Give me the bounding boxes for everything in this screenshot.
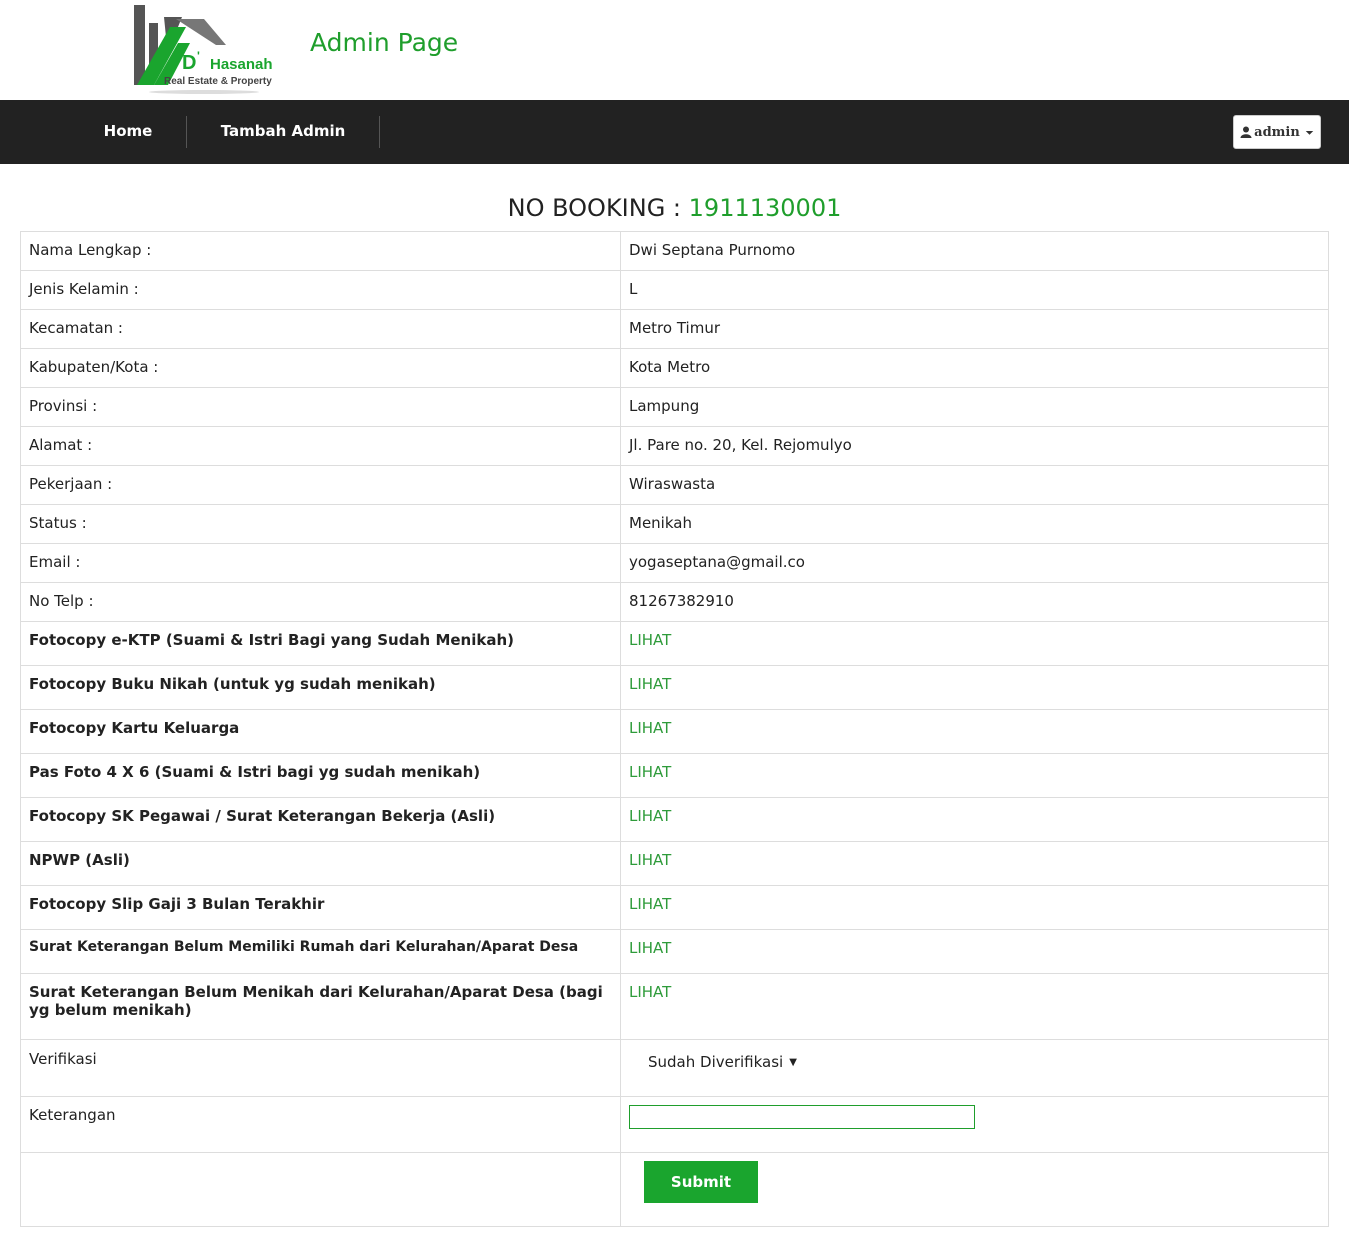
- field-label: Nama Lengkap :: [20, 231, 621, 271]
- verifikasi-select[interactable]: Sudah Diverifikasi ▼: [648, 1053, 797, 1071]
- lihat-link[interactable]: LIHAT: [629, 939, 671, 957]
- table-row: Kecamatan : Metro Timur: [20, 309, 1329, 349]
- lihat-link[interactable]: LIHAT: [629, 895, 671, 913]
- field-value: Wiraswasta: [620, 465, 1329, 505]
- header: D ' Hasanah Real Estate & Property Admin…: [0, 0, 1349, 100]
- lihat-link[interactable]: LIHAT: [629, 763, 671, 781]
- field-label: Pekerjaan :: [20, 465, 621, 505]
- table-row: Alamat : Jl. Pare no. 20, Kel. Rejomulyo: [20, 426, 1329, 466]
- document-label: Fotocopy Kartu Keluarga: [20, 709, 621, 754]
- field-value: Jl. Pare no. 20, Kel. Rejomulyo: [620, 426, 1329, 466]
- table-row: Status : Menikah: [20, 504, 1329, 544]
- document-label: NPWP (Asli): [20, 841, 621, 886]
- field-label: Email :: [20, 543, 621, 583]
- field-label: Kecamatan :: [20, 309, 621, 349]
- table-row: Fotocopy Kartu Keluarga LIHAT: [20, 709, 1329, 754]
- field-value: yogaseptana@gmail.co: [620, 543, 1329, 583]
- table-row: Fotocopy e-KTP (Suami & Istri Bagi yang …: [20, 621, 1329, 666]
- table-row: Fotocopy SK Pegawai / Surat Keterangan B…: [20, 797, 1329, 842]
- table-row: Surat Keterangan Belum Menikah dari Kelu…: [20, 973, 1329, 1040]
- svg-text:Hasanah: Hasanah: [210, 56, 273, 73]
- page-title: Admin Page: [310, 28, 459, 57]
- table-row: Verifikasi Sudah Diverifikasi ▼: [20, 1039, 1329, 1097]
- field-label: Jenis Kelamin :: [20, 270, 621, 310]
- document-label: Fotocopy Buku Nikah (untuk yg sudah meni…: [20, 665, 621, 710]
- table-row: Email : yogaseptana@gmail.co: [20, 543, 1329, 583]
- field-label: Alamat :: [20, 426, 621, 466]
- field-label: Status :: [20, 504, 621, 544]
- lihat-link[interactable]: LIHAT: [629, 631, 671, 649]
- table-row: Pekerjaan : Wiraswasta: [20, 465, 1329, 505]
- company-logo[interactable]: D ' Hasanah Real Estate & Property: [134, 5, 279, 95]
- table-row: Kabupaten/Kota : Kota Metro: [20, 348, 1329, 388]
- table-row: Keterangan: [20, 1096, 1329, 1153]
- keterangan-label: Keterangan: [20, 1096, 621, 1153]
- document-label: Surat Keterangan Belum Memiliki Rumah da…: [20, 929, 621, 974]
- table-row: No Telp :81267382910: [20, 582, 1329, 622]
- lihat-link[interactable]: LIHAT: [629, 983, 671, 1001]
- field-value: L: [620, 270, 1329, 310]
- submit-button[interactable]: Submit: [644, 1161, 758, 1203]
- field-label: No Telp :: [20, 582, 621, 622]
- booking-heading: NO BOOKING : 1911130001: [0, 194, 1349, 222]
- table-row: Submit: [20, 1152, 1329, 1227]
- booking-number: 1911130001: [688, 194, 842, 222]
- field-value: Metro Timur: [620, 309, 1329, 349]
- table-row: Jenis Kelamin :L: [20, 270, 1329, 310]
- table-row: Fotocopy Slip Gaji 3 Bulan Terakhir LIHAT: [20, 885, 1329, 930]
- nav-divider: [379, 116, 380, 148]
- document-label: Fotocopy e-KTP (Suami & Istri Bagi yang …: [20, 621, 621, 666]
- svg-text:Real Estate & Property: Real Estate & Property: [164, 76, 272, 87]
- field-value: Kota Metro: [620, 348, 1329, 388]
- caret-down-icon: [1305, 130, 1314, 135]
- booking-detail-table: Nama Lengkap : Dwi Septana Purnomo Jenis …: [20, 231, 1329, 1227]
- lihat-link[interactable]: LIHAT: [629, 675, 671, 693]
- nav-tambah-admin[interactable]: Tambah Admin: [187, 100, 379, 164]
- booking-label: NO BOOKING :: [507, 194, 689, 222]
- keterangan-input[interactable]: [629, 1105, 975, 1129]
- dropdown-arrow-icon: ▼: [789, 1057, 797, 1068]
- navbar: Home Tambah Admin: [0, 100, 1349, 164]
- user-menu-button[interactable]: admin: [1233, 115, 1321, 149]
- svg-text:D: D: [182, 52, 196, 74]
- field-label: Provinsi :: [20, 387, 621, 427]
- document-label: Fotocopy SK Pegawai / Surat Keterangan B…: [20, 797, 621, 842]
- field-value: Dwi Septana Purnomo: [620, 231, 1329, 271]
- field-value: Lampung: [620, 387, 1329, 427]
- document-label: Fotocopy Slip Gaji 3 Bulan Terakhir: [20, 885, 621, 930]
- table-row: Fotocopy Buku Nikah (untuk yg sudah meni…: [20, 665, 1329, 710]
- verifikasi-selected-value: Sudah Diverifikasi: [648, 1053, 784, 1071]
- verifikasi-label: Verifikasi: [20, 1039, 621, 1097]
- svg-text:': ': [197, 49, 200, 63]
- table-row: Provinsi : Lampung: [20, 387, 1329, 427]
- lihat-link[interactable]: LIHAT: [629, 807, 671, 825]
- table-row: Surat Keterangan Belum Memiliki Rumah da…: [20, 929, 1329, 974]
- lihat-link[interactable]: LIHAT: [629, 719, 671, 737]
- nav-home[interactable]: Home: [70, 100, 186, 164]
- user-menu-label: admin: [1254, 124, 1300, 140]
- field-label: Kabupaten/Kota :: [20, 348, 621, 388]
- empty-cell: [20, 1152, 621, 1227]
- field-value: Menikah: [620, 504, 1329, 544]
- table-row: Nama Lengkap : Dwi Septana Purnomo: [20, 231, 1329, 271]
- lihat-link[interactable]: LIHAT: [629, 851, 671, 869]
- table-row: Pas Foto 4 X 6 (Suami & Istri bagi yg su…: [20, 753, 1329, 798]
- field-value: 81267382910: [620, 582, 1329, 622]
- document-label: Pas Foto 4 X 6 (Suami & Istri bagi yg su…: [20, 753, 621, 798]
- document-label: Surat Keterangan Belum Menikah dari Kelu…: [20, 973, 621, 1040]
- table-row: NPWP (Asli) LIHAT: [20, 841, 1329, 886]
- user-icon: [1240, 126, 1252, 138]
